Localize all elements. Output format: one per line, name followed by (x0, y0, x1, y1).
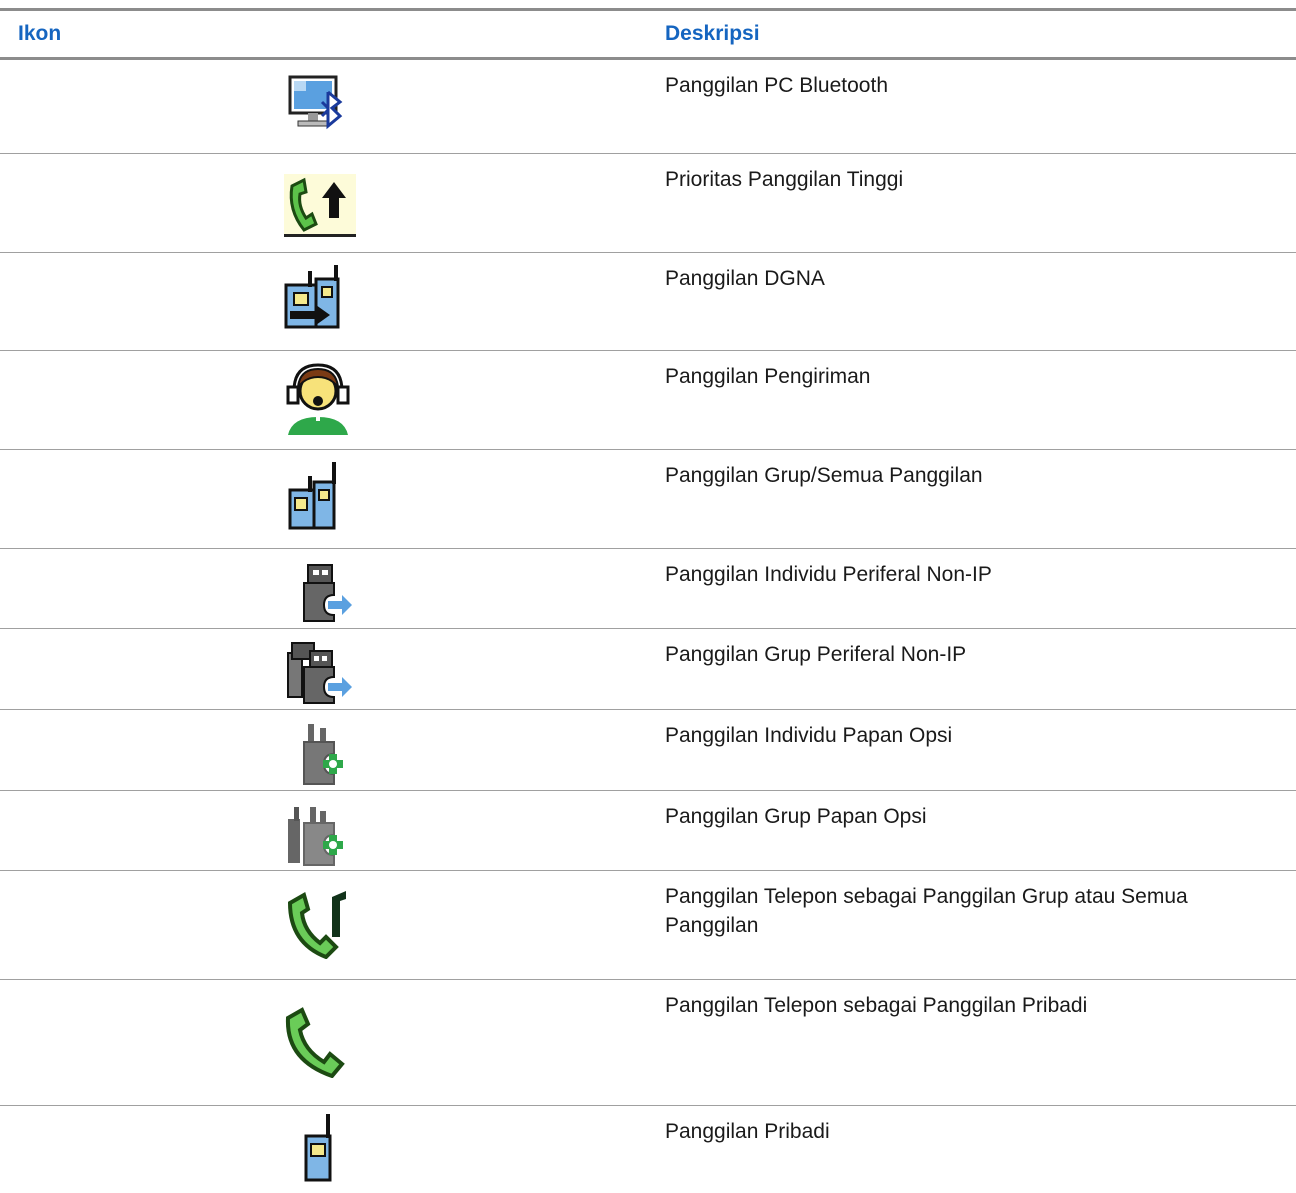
group-all-call-icon (282, 460, 356, 534)
private-call-icon (282, 1110, 356, 1184)
table-row: Panggilan Individu Papan Opsi (0, 710, 1296, 791)
non-ip-peripheral-individual-call-icon (282, 559, 356, 633)
phone-private-call-icon (282, 1004, 356, 1078)
phone-group-call-icon (282, 885, 356, 959)
row-description: Panggilan Grup Papan Opsi (665, 805, 927, 828)
row-description: Panggilan Telepon sebagai Panggilan Prib… (665, 994, 1088, 1017)
row-description: Panggilan Individu Papan Opsi (665, 724, 953, 747)
table-row: Panggilan Grup/Semua Panggilan (0, 450, 1296, 549)
row-description: Panggilan Grup/Semua Panggilan (665, 464, 983, 487)
table-row: Panggilan Grup Papan Opsi (0, 791, 1296, 871)
option-board-individual-call-icon (282, 720, 356, 794)
table-row: Panggilan Telepon sebagai Panggilan Grup… (0, 871, 1296, 980)
table-row: Panggilan Individu Periferal Non-IP (0, 549, 1296, 629)
header-description-column: Deskripsi (665, 22, 760, 45)
table-row: Panggilan Telepon sebagai Panggilan Prib… (0, 980, 1296, 1106)
row-description: Panggilan Pribadi (665, 1120, 830, 1143)
table-row: Panggilan PC Bluetooth (0, 60, 1296, 154)
non-ip-peripheral-group-call-icon (282, 639, 356, 713)
table-row: Panggilan Pribadi (0, 1106, 1296, 1193)
table-row: Panggilan Grup Periferal Non-IP (0, 629, 1296, 710)
row-description: Panggilan Individu Periferal Non-IP (665, 563, 992, 586)
table-row: Panggilan Pengiriman (0, 351, 1296, 450)
dispatch-call-icon (282, 361, 356, 435)
row-description: Prioritas Panggilan Tinggi (665, 168, 904, 191)
table-row: Panggilan DGNA (0, 253, 1296, 351)
header-icon-column: Ikon (18, 22, 62, 45)
row-description: Panggilan Grup Periferal Non-IP (665, 643, 967, 666)
high-priority-call-icon (282, 164, 356, 238)
table-header: Ikon Deskripsi (0, 11, 1296, 57)
bluetooth-pc-call-icon (282, 70, 356, 144)
option-board-group-call-icon (282, 801, 356, 875)
dgna-call-icon (282, 263, 356, 337)
row-description: Panggilan Telepon sebagai Panggilan Grup… (665, 885, 1188, 937)
row-description: Panggilan DGNA (665, 267, 825, 290)
row-description: Panggilan PC Bluetooth (665, 74, 888, 97)
row-description: Panggilan Pengiriman (665, 365, 871, 388)
table-row: Prioritas Panggilan Tinggi (0, 154, 1296, 253)
